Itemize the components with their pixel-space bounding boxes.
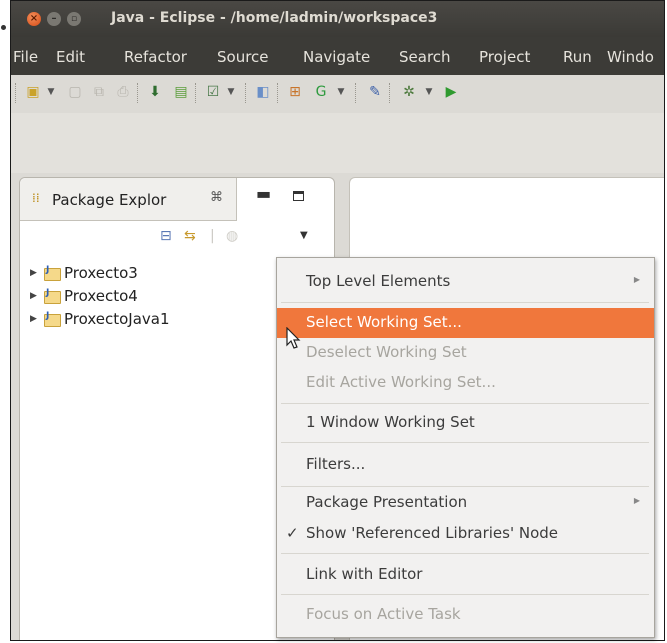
- minimize-view-button[interactable]: ▬: [256, 184, 271, 203]
- menu-file[interactable]: File: [13, 48, 38, 66]
- menu-item-link-with-editor[interactable]: Link with Editor: [277, 560, 654, 590]
- project-name: Proxecto3: [64, 264, 138, 282]
- toolbar-separator: [15, 83, 17, 103]
- menu-separator: [281, 553, 649, 554]
- toolbar-separator: [195, 83, 197, 103]
- debug-icon[interactable]: ⬇: [147, 84, 163, 100]
- java-project-icon: [44, 265, 61, 281]
- menu-bar: File Edit Refactor Source Navigate Searc…: [11, 37, 664, 75]
- view-context-menu: Top Level Elements ▶ Select Working Set.…: [276, 257, 655, 638]
- toolbar-separator: [245, 83, 247, 103]
- dropdown-icon[interactable]: ▼: [227, 84, 235, 100]
- menu-item-select-working-set[interactable]: Select Working Set...: [277, 308, 654, 338]
- menu-item-deselect-working-set[interactable]: Deselect Working Set: [277, 338, 654, 368]
- perspective-band: [11, 113, 664, 173]
- menu-item-package-presentation[interactable]: Package Presentation ▶: [277, 488, 654, 518]
- new-class-icon[interactable]: G: [313, 84, 329, 100]
- menu-item-top-level-elements[interactable]: Top Level Elements ▶: [277, 267, 654, 297]
- checkbox-icon[interactable]: ☑: [205, 84, 221, 100]
- menu-item-edit-active-working-set[interactable]: Edit Active Working Set...: [277, 368, 654, 398]
- window-close-button[interactable]: ×: [27, 12, 41, 26]
- close-icon[interactable]: ⌘: [210, 190, 223, 205]
- menu-project[interactable]: Project: [479, 48, 530, 66]
- view-toolbar: ⊟ ⇆ | ◍ ▼: [20, 220, 334, 250]
- menu-refactor[interactable]: Refactor: [124, 48, 187, 66]
- java-project-icon: [44, 288, 61, 304]
- menu-separator: [281, 486, 649, 487]
- run-icon[interactable]: ▶: [443, 84, 459, 100]
- expand-arrow-icon[interactable]: ▶: [30, 291, 37, 301]
- menu-item-filters[interactable]: Filters...: [277, 450, 654, 480]
- close-icon: ×: [29, 13, 39, 24]
- debug-dropdown-icon[interactable]: ▼: [425, 84, 433, 100]
- new-icon[interactable]: ▣: [25, 84, 41, 100]
- main-toolbar: ▣ ▼ ▢ ⧉ ⎙ ⬇ ▤ ☑ ▼ ◧ ⊞ G ▼ ✎ ✲ ▼ ▶: [11, 75, 664, 114]
- menu-source[interactable]: Source: [217, 48, 269, 66]
- menu-navigate[interactable]: Navigate: [303, 48, 370, 66]
- server-icon[interactable]: ▤: [173, 84, 189, 100]
- collapse-all-icon[interactable]: ⊟: [160, 228, 172, 244]
- package-explorer-icon: ⁞⁞: [32, 191, 40, 205]
- margin-dot: [1, 25, 6, 30]
- toolbar-separator: [277, 83, 279, 103]
- new-java-project-icon[interactable]: ◧: [255, 84, 271, 100]
- menu-edit[interactable]: Edit: [56, 48, 85, 66]
- new-package-icon[interactable]: ⊞: [287, 84, 303, 100]
- title-bar: × – ▫ Java - Eclipse - /home/ladmin/work…: [11, 1, 664, 37]
- minimize-icon: –: [51, 13, 57, 24]
- project-name: ProxectoJava1: [64, 310, 170, 328]
- project-name: Proxecto4: [64, 287, 138, 305]
- menu-separator: [281, 442, 649, 443]
- menu-item-focus-on-active-task[interactable]: Focus on Active Task: [277, 600, 654, 630]
- open-type-icon[interactable]: ✎: [367, 84, 383, 100]
- tab-label: Package Explor: [52, 191, 167, 209]
- window-minimize-button[interactable]: –: [47, 12, 61, 26]
- expand-arrow-icon[interactable]: ▶: [30, 314, 37, 324]
- toolbar-separator: [389, 83, 391, 103]
- package-explorer-tab[interactable]: ⁞⁞ Package Explor ⌘: [20, 178, 237, 221]
- window-title: Java - Eclipse - /home/ladmin/workspace3: [111, 10, 438, 26]
- menu-window[interactable]: Windo: [607, 48, 654, 66]
- toolbar-divider: |: [210, 228, 215, 244]
- menu-run[interactable]: Run: [563, 48, 592, 66]
- menu-separator: [281, 594, 649, 595]
- left-margin: [0, 0, 8, 643]
- link-with-editor-icon[interactable]: ⇆: [184, 228, 196, 244]
- mouse-cursor-icon: [286, 327, 301, 349]
- debug-run-icon[interactable]: ✲: [401, 84, 417, 100]
- menu-item-show-referenced-libraries[interactable]: ✓ Show 'Referenced Libraries' Node: [277, 519, 654, 549]
- view-menu-icon[interactable]: ▼: [300, 228, 308, 244]
- maximize-icon: ▫: [70, 13, 78, 24]
- toolbar-separator: [137, 83, 139, 103]
- focus-task-icon[interactable]: ◍: [226, 228, 238, 244]
- chevron-right-icon: ▶: [633, 496, 640, 505]
- menu-separator: [281, 302, 649, 303]
- new-class-dropdown-icon[interactable]: ▼: [337, 84, 345, 100]
- check-icon: ✓: [286, 524, 299, 542]
- menu-item-window-working-set[interactable]: 1 Window Working Set: [277, 408, 654, 438]
- menu-search[interactable]: Search: [399, 48, 451, 66]
- chevron-right-icon: ▶: [633, 275, 640, 284]
- new-dropdown-icon[interactable]: ▼: [47, 84, 55, 100]
- save-all-icon[interactable]: ⧉: [91, 84, 107, 100]
- window-maximize-button[interactable]: ▫: [67, 12, 81, 26]
- menu-separator: [281, 403, 649, 404]
- maximize-view-button[interactable]: [293, 191, 304, 201]
- save-icon[interactable]: ▢: [67, 84, 83, 100]
- toolbar-separator: [355, 83, 357, 103]
- print-icon[interactable]: ⎙: [115, 84, 131, 100]
- java-project-icon: [44, 311, 61, 327]
- expand-arrow-icon[interactable]: ▶: [30, 268, 37, 278]
